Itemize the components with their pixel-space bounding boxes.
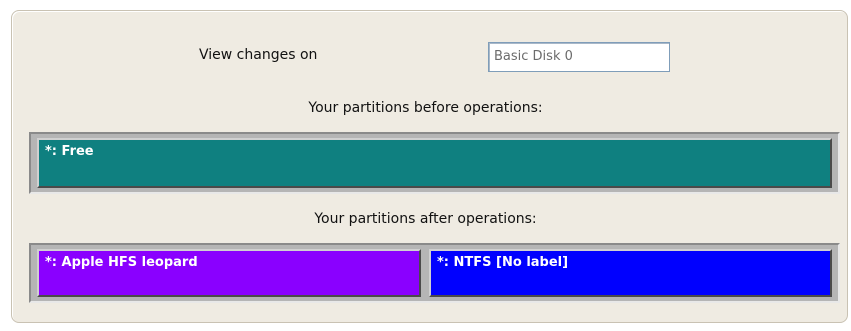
disk-map-after: *: Apple HFS leopard *: NTFS [No label]: [29, 243, 840, 303]
after-operations-title: Your partitions after operations:: [314, 211, 537, 227]
view-changes-label: View changes on: [199, 47, 318, 63]
partition-ntfs[interactable]: *: NTFS [No label]: [429, 249, 832, 297]
before-operations-title: Your partitions before operations:: [308, 100, 543, 116]
disk-selector[interactable]: Basic Disk 0: [488, 42, 670, 72]
disk-map-before: *: Free: [29, 132, 840, 194]
partition-free[interactable]: *: Free: [37, 138, 832, 188]
partition-apple-hfs[interactable]: *: Apple HFS leopard: [37, 249, 421, 297]
